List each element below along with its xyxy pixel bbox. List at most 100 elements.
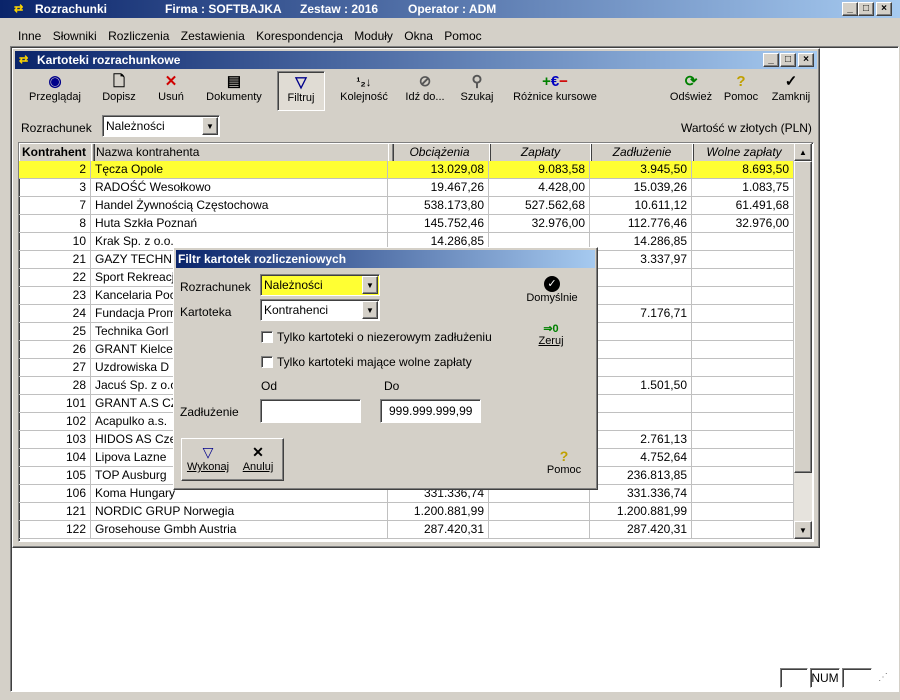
dokumenty-button[interactable]: ▤ Dokumenty (201, 71, 267, 111)
roznice-kursowe-button[interactable]: +€− Różnice kursowe (509, 71, 601, 111)
cell-kontrahent: 106 (19, 485, 91, 502)
kolejnosc-label: Kolejność (340, 91, 388, 103)
child-title: Kartoteki rozrachunkowe (37, 53, 181, 67)
dialog-pomoc-label: Pomoc (546, 464, 582, 476)
chevron-down-icon[interactable]: ▼ (362, 276, 378, 294)
filter-icon: ▽ (202, 444, 214, 460)
column-header-wolne-zaplaty[interactable]: Wolne zapłaty (692, 143, 796, 163)
scroll-down-icon[interactable]: ▼ (794, 521, 812, 539)
zadluzenie-do-input[interactable]: 999.999.999,99 (380, 399, 481, 423)
menu-slowniki[interactable]: Słowniki (53, 29, 97, 43)
cell-zadluzenie: 236.813,85 (590, 467, 692, 484)
vertical-scrollbar[interactable]: ▲ ▼ (794, 143, 812, 539)
menu-okna[interactable]: Okna (404, 29, 433, 43)
operator-label: Operator : ADM (408, 2, 497, 16)
cell-zadluzenie: 15.039,26 (590, 179, 692, 196)
checkmark-icon: ✓ (784, 73, 798, 90)
help-icon: ? (559, 448, 569, 464)
minimize-button[interactable]: _ (842, 2, 858, 16)
szukaj-button[interactable]: ⚲ Szukaj (455, 71, 499, 111)
scroll-up-icon[interactable]: ▲ (794, 143, 812, 161)
column-header-obciazenia[interactable]: Obciążenia (388, 143, 491, 163)
zadluzenie-od-input[interactable] (260, 399, 361, 423)
dialog-rozrachunek-label: Rozrachunek (180, 280, 251, 294)
column-header-kontrahent[interactable]: Kontrahent (19, 143, 95, 163)
cell-nazwa: Grosehouse Gmbh Austria (91, 521, 388, 538)
usun-button[interactable]: ✕ Usuń (151, 71, 191, 111)
table-row[interactable]: 3 RADOŚĆ Wesołkowo 19.467,26 4.428,00 15.039… (19, 179, 794, 197)
przegladaj-button[interactable]: ◉ Przeglądaj (25, 71, 85, 111)
dialog-pomoc-button[interactable]: ? Pomoc (542, 448, 586, 482)
cell-zaplaty: 9.083,58 (489, 161, 590, 178)
cell-kontrahent: 3 (19, 179, 91, 196)
chevron-down-icon[interactable]: ▼ (362, 301, 378, 319)
cell-zadluzenie: 3.945,50 (590, 161, 692, 178)
cell-wolne-zaplaty (692, 305, 794, 322)
cell-wolne-zaplaty: 8.693,50 (692, 161, 794, 178)
column-header-zadluzenie[interactable]: Zadłużenie (590, 143, 694, 163)
child-close-button[interactable]: × (798, 53, 814, 67)
cell-kontrahent: 23 (19, 287, 91, 304)
cell-kontrahent: 105 (19, 467, 91, 484)
table-row[interactable]: 122 Grosehouse Gmbh Austria 287.420,31 287.… (19, 521, 794, 539)
child-minimize-button[interactable]: _ (763, 53, 779, 67)
child-maximize-button[interactable]: □ (780, 53, 796, 67)
pomoc-toolbar-button[interactable]: ? Pomoc (721, 71, 761, 111)
cell-kontrahent: 24 (19, 305, 91, 322)
dialog-rozrachunek-select[interactable]: Należności ▼ (260, 274, 380, 296)
goto-icon: ⊘ (418, 73, 432, 90)
currency-diff-icon: +€− (542, 73, 568, 90)
maximize-button[interactable]: □ (858, 2, 874, 16)
menu-pomoc[interactable]: Pomoc (444, 29, 481, 43)
cell-zadluzenie (590, 287, 692, 304)
domyslnie-button[interactable]: ✓ Domyślnie (522, 276, 582, 314)
od-label: Od (261, 379, 278, 393)
table-row[interactable]: 8 Huta Szkła Poznań 145.752,46 32.976,00 112… (19, 215, 794, 233)
wykonaj-button[interactable]: ▽ Wykonaj (186, 444, 230, 478)
rozrachunek-select[interactable]: Należności ▼ (102, 115, 220, 137)
cell-kontrahent: 8 (19, 215, 91, 232)
cell-wolne-zaplaty (692, 269, 794, 286)
table-row[interactable]: 7 Handel Żywnością Częstochowa 538.173,80 5… (19, 197, 794, 215)
cell-wolne-zaplaty (692, 485, 794, 502)
column-header-nazwa[interactable]: Nazwa kontrahenta (91, 143, 394, 163)
cell-zadluzenie: 7.176,71 (590, 305, 692, 322)
checkbox-niezerowe-zadluzenie[interactable] (261, 331, 273, 343)
zeruj-button[interactable]: ⇒0 Zeruj (526, 322, 576, 358)
filtruj-button[interactable]: ▽ Filtruj (277, 71, 325, 111)
size-grip-icon[interactable]: ⋰ (878, 672, 894, 688)
cell-kontrahent: 103 (19, 431, 91, 448)
cell-kontrahent: 122 (19, 521, 91, 538)
menu-inne[interactable]: Inne (18, 29, 41, 43)
toolbar: ◉ Przeglądaj 🗋 Dopisz ✕ Usuń ▤ Dokumenty… (15, 71, 817, 113)
idz-do-button[interactable]: ⊘ Idź do... (401, 71, 449, 111)
cell-wolne-zaplaty (692, 413, 794, 430)
dialog-kartoteka-label: Kartoteka (180, 305, 232, 319)
scroll-thumb[interactable] (794, 161, 812, 473)
cell-zadluzenie: 10.611,12 (590, 197, 692, 214)
dialog-kartoteka-select[interactable]: Kontrahenci ▼ (260, 299, 380, 321)
checkbox-niezerowe-label: Tylko kartoteki o niezerowym zadłużeniu (277, 330, 492, 344)
menu-korespondencja[interactable]: Korespondencja (256, 29, 343, 43)
filter-icon: ▽ (295, 74, 307, 91)
checkbox-wolne-zaplaty[interactable] (261, 356, 273, 368)
cell-zadluzenie (590, 413, 692, 430)
cell-zadluzenie: 3.337,97 (590, 251, 692, 268)
menu-rozliczenia[interactable]: Rozliczenia (108, 29, 169, 43)
table-row[interactable]: 121 NORDIC GRUP Norwegia 1.200.881,99 1.200… (19, 503, 794, 521)
menu-moduly[interactable]: Moduły (354, 29, 393, 43)
column-header-zaplaty[interactable]: Zapłaty (489, 143, 592, 163)
menu-bar: Inne Słowniki Rozliczenia Zestawienia Ko… (0, 26, 900, 46)
chevron-down-icon[interactable]: ▼ (202, 117, 218, 135)
odswiez-button[interactable]: ⟳ Odśwież (667, 71, 715, 111)
cell-zadluzenie: 2.761,13 (590, 431, 692, 448)
zamknij-button[interactable]: ✓ Zamknij (767, 71, 815, 111)
dopisz-button[interactable]: 🗋 Dopisz (97, 71, 141, 111)
grid-header: Kontrahent Nazwa kontrahenta Obciążenia … (19, 143, 796, 163)
table-row[interactable]: 2 Tęcza Opole 13.029,08 9.083,58 3.945,50 8.6… (19, 161, 794, 179)
cell-nazwa: NORDIC GRUP Norwegia (91, 503, 388, 520)
close-button[interactable]: × (876, 2, 892, 16)
kolejnosc-button[interactable]: ¹₂↓ Kolejność (337, 71, 391, 111)
menu-zestawienia[interactable]: Zestawienia (181, 29, 245, 43)
anuluj-button[interactable]: ✕ Anuluj (238, 444, 278, 478)
